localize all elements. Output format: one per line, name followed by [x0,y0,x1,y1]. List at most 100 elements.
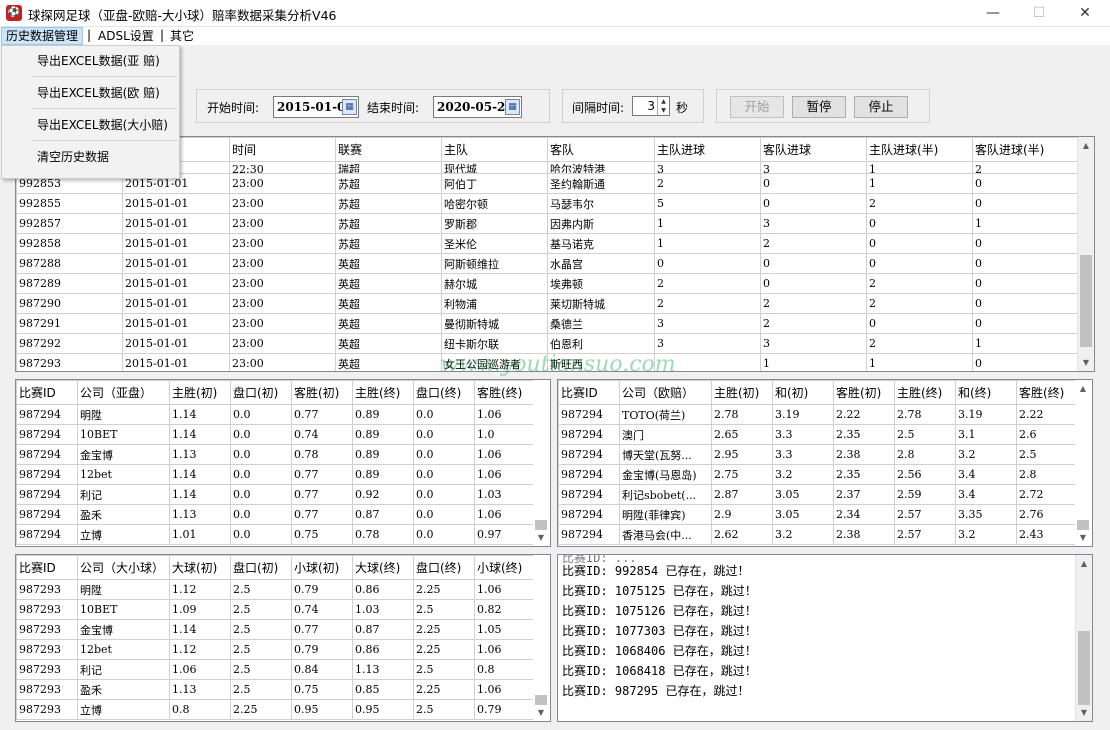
table-row[interactable]: 987294 立博 1.01 0.0 0.75 0.78 0.0 0.97 [16,524,536,545]
table-row[interactable]: 987293 盈禾 1.13 2.5 0.75 0.85 2.25 1.06 [16,679,536,700]
table-row[interactable]: 987293 明陞 1.12 2.5 0.79 0.86 2.25 1.06 [16,579,536,600]
match-table-scrollbar[interactable]: ▲ ▼ [1077,137,1094,371]
column-header[interactable]: 主胜(终) [894,380,956,405]
log-scrollbar[interactable]: ▲ ▼ [1075,555,1092,721]
menu-clear-history[interactable]: 清空历史数据 [37,148,109,165]
column-header[interactable]: 主队 [441,137,548,162]
euro-table-scrollbar[interactable]: ▲ ▼ [1075,380,1092,546]
calendar-icon[interactable]: ▦ [342,99,357,115]
maximize-button[interactable]: ☐ [1016,0,1062,27]
table-row[interactable]: 987290 2015-01-01 23:00 英超 利物浦 莱切斯特城 2 2 2 0 [16,293,1081,314]
table-row[interactable]: 987293 2015-01-01 23:00 英超 女王公园巡游者 斯旺西 1 1 0 [16,353,1081,371]
table-cell: 马瑟韦尔 [547,193,655,214]
asian-table-scrollbar[interactable]: ▼ [533,380,550,546]
column-header[interactable]: 客队 [547,137,655,162]
column-header[interactable]: 小球(终) [474,555,536,580]
column-header[interactable]: 盘口(终) [413,380,475,405]
table-row[interactable]: 987294 博天堂(瓦努... 2.95 3.3 2.38 2.8 3.2 2.5 [558,444,1078,465]
stop-button[interactable]: 停止 [854,96,908,118]
column-header[interactable]: 客胜(初) [833,380,895,405]
column-header[interactable]: 主队进球 [654,137,761,162]
column-header[interactable]: 主队进球(半) [866,137,973,162]
table-row[interactable]: 987294 12bet 1.14 0.0 0.77 0.89 0.0 1.06 [16,464,536,485]
column-header[interactable]: 小球(初) [291,555,353,580]
column-header[interactable]: 和(终) [955,380,1017,405]
minimize-button[interactable]: — [970,0,1016,27]
table-row[interactable]: 987294 利记sbobet(... 2.87 3.05 2.37 2.59 3.4 2.7… [558,484,1078,505]
table-row[interactable]: 987292 2015-01-01 23:00 英超 纽卡斯尔联 伯恩利 3 3 2 1 [16,333,1081,354]
table-row[interactable]: 987294 金宝博 1.13 0.0 0.78 0.89 0.0 1.06 [16,444,536,465]
table-row[interactable]: 987293 10BET 1.09 2.5 0.74 1.03 2.5 0.82 [16,599,536,620]
column-header[interactable]: 比赛ID [558,380,620,405]
table-row[interactable]: 987294 盈禾 1.13 0.0 0.77 0.87 0.0 1.06 [16,504,536,525]
pause-button[interactable]: 暂停 [792,96,846,118]
scroll-down-icon[interactable]: ▼ [533,704,549,721]
column-header[interactable]: 盘口(初) [230,380,292,405]
spin-arrows-icon[interactable]: ▲ ▼ [657,97,669,115]
table-row[interactable]: 987289 2015-01-01 23:00 英超 赫尔城 埃弗顿 2 0 2 0 [16,273,1081,294]
menu-adsl-settings[interactable]: ADSL设置 [94,27,158,45]
scroll-up-icon[interactable]: ▲ [1078,137,1094,154]
column-header[interactable]: 大球(终) [352,555,414,580]
menu-history-data[interactable]: 历史数据管理 [1,27,84,45]
scroll-up-icon[interactable]: ▲ [1076,555,1092,572]
table-row[interactable]: 987294 香港马会(中... 2.62 3.2 2.38 2.57 3.2 2.43 [558,524,1078,545]
table-row[interactable]: 987293 利记 1.06 2.5 0.84 1.13 2.5 0.8 [16,659,536,680]
table-row[interactable]: 987294 10BET 1.14 0.0 0.74 0.89 0.0 1.0 [16,424,536,445]
scroll-up-icon[interactable]: ▲ [1075,380,1091,397]
column-header[interactable]: 大球(初) [169,555,231,580]
column-header[interactable]: 客胜(终) [474,380,536,405]
column-header[interactable]: 和(初) [772,380,834,405]
calendar-icon[interactable]: ▦ [505,99,520,115]
start-date-picker[interactable]: 2015-01-01 ▦ [273,96,359,118]
table-row[interactable]: 992855 2015-01-01 23:00 苏超 哈密尔顿 马瑟韦尔 5 0 2 0 [16,193,1081,214]
table-row[interactable]: 992857 2015-01-01 23:00 苏超 罗斯郡 因弗内斯 1 3 0 1 [16,213,1081,234]
table-cell: 2015-01-01 [122,333,230,354]
menu-export-overunder[interactable]: 导出EXCEL数据(大小赔) [37,116,168,133]
table-row[interactable]: 987294 利记 1.14 0.0 0.77 0.92 0.0 1.03 [16,484,536,505]
scroll-down-icon[interactable]: ▼ [1078,354,1094,371]
table-row[interactable]: 987288 2015-01-01 23:00 英超 阿斯顿维拉 水晶宫 0 0 0 0 [16,253,1081,274]
scroll-down-icon[interactable]: ▼ [1076,704,1092,721]
menu-other[interactable]: 其它 [166,27,198,45]
column-header[interactable]: 盘口(初) [230,555,292,580]
column-header[interactable]: 客队进球 [760,137,867,162]
table-row[interactable]: 987293 金宝博 1.14 2.5 0.77 0.87 2.25 1.05 [16,619,536,640]
column-header[interactable]: 公司（大小球） [77,555,170,580]
close-button[interactable]: ✕ [1062,0,1108,27]
column-header[interactable]: 公司（亚盘） [77,380,170,405]
log-panel[interactable]: 比赛ID: ... 比赛ID: 992854 已存在，跳过！ 比赛ID: 1075… [557,554,1093,722]
interval-spinner[interactable]: 3 ▲ ▼ [632,96,670,116]
table-row[interactable]: 987294 金宝博(马恩岛) 2.75 3.2 2.35 2.56 3.4 2.8 [558,464,1078,485]
start-button[interactable]: 开始 [730,96,784,118]
scroll-down-icon[interactable]: ▼ [533,529,549,546]
column-header[interactable]: 比赛ID [16,555,78,580]
table-row[interactable]: 987293 立博 0.8 2.25 0.95 0.95 2.5 0.79 [16,699,536,720]
table-row[interactable]: 987294 TOTO(荷兰) 2.78 3.19 2.22 2.78 3.19 2.22 [558,404,1078,425]
column-header[interactable]: 主胜(初) [169,380,231,405]
table-row[interactable]: 987291 2015-01-01 23:00 英超 曼彻斯特城 桑德兰 3 2 0 0 [16,313,1081,334]
column-header[interactable]: 公司（欧赔） [619,380,712,405]
column-header[interactable]: 客胜(初) [291,380,353,405]
menu-export-asian[interactable]: 导出EXCEL数据(亚 赔) [37,52,160,69]
scroll-down-icon[interactable]: ▼ [1075,529,1091,546]
column-header[interactable]: 客胜(终) [1016,380,1078,405]
menu-export-euro[interactable]: 导出EXCEL数据(欧 赔) [37,84,160,101]
scroll-thumb[interactable] [1078,631,1090,705]
table-cell: 3 [654,313,761,334]
scroll-thumb[interactable] [1080,255,1092,347]
column-header[interactable]: 时间 [229,137,336,162]
table-row[interactable]: 987293 12bet 1.12 2.5 0.79 0.86 2.25 1.06 [16,639,536,660]
table-row[interactable]: 987294 澳门 2.65 3.3 2.35 2.5 3.1 2.6 [558,424,1078,445]
table-row[interactable]: 987294 明陞(菲律宾) 2.9 3.05 2.34 2.57 3.35 2.76 [558,504,1078,525]
table-row[interactable]: 992858 2015-01-01 23:00 苏超 圣米伦 基马诺克 1 2 0 0 [16,233,1081,254]
column-header[interactable]: 盘口(终) [413,555,475,580]
column-header[interactable]: 主胜(初) [711,380,773,405]
overunder-table-scrollbar[interactable]: ▼ [533,555,550,721]
table-row[interactable]: 987294 明陞 1.14 0.0 0.77 0.89 0.0 1.06 [16,404,536,425]
column-header[interactable]: 比赛ID [16,380,78,405]
column-header[interactable]: 主胜(终) [352,380,414,405]
column-header[interactable]: 客队进球(半) [972,137,1081,162]
end-date-picker[interactable]: 2020-05-24 ▦ [433,96,522,118]
column-header[interactable]: 联赛 [335,137,442,162]
